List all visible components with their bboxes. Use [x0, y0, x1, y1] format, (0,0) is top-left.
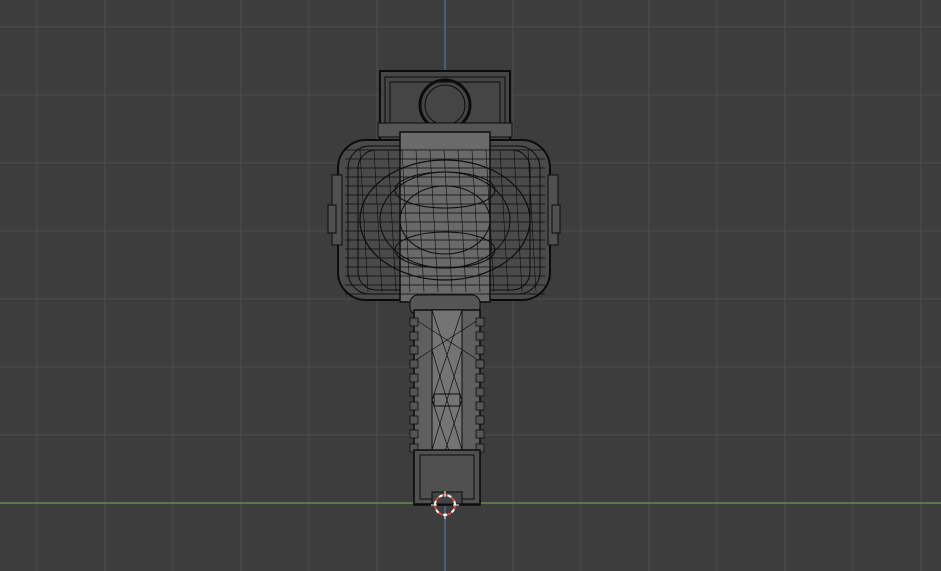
grip-notch — [475, 373, 485, 383]
grip-notch — [475, 401, 485, 411]
grip-notch — [409, 373, 419, 383]
grip-notch — [409, 345, 419, 355]
grip-notch — [409, 331, 419, 341]
3d-viewport[interactable] — [0, 0, 941, 571]
grip-notch — [475, 415, 485, 425]
hammer-wireframe-model[interactable] — [327, 70, 561, 506]
grip-notch — [475, 387, 485, 397]
grip-notch — [409, 317, 419, 327]
grip-notch — [409, 401, 419, 411]
grip-notch — [475, 317, 485, 327]
viewport-canvas[interactable] — [0, 0, 941, 571]
grip-notch — [409, 359, 419, 369]
grip-notch — [409, 415, 419, 425]
grip-notch — [475, 359, 485, 369]
grip-notch — [409, 387, 419, 397]
grip-notch — [475, 429, 485, 439]
grip-notch — [475, 331, 485, 341]
grip-notch — [409, 429, 419, 439]
grip-notch — [475, 345, 485, 355]
